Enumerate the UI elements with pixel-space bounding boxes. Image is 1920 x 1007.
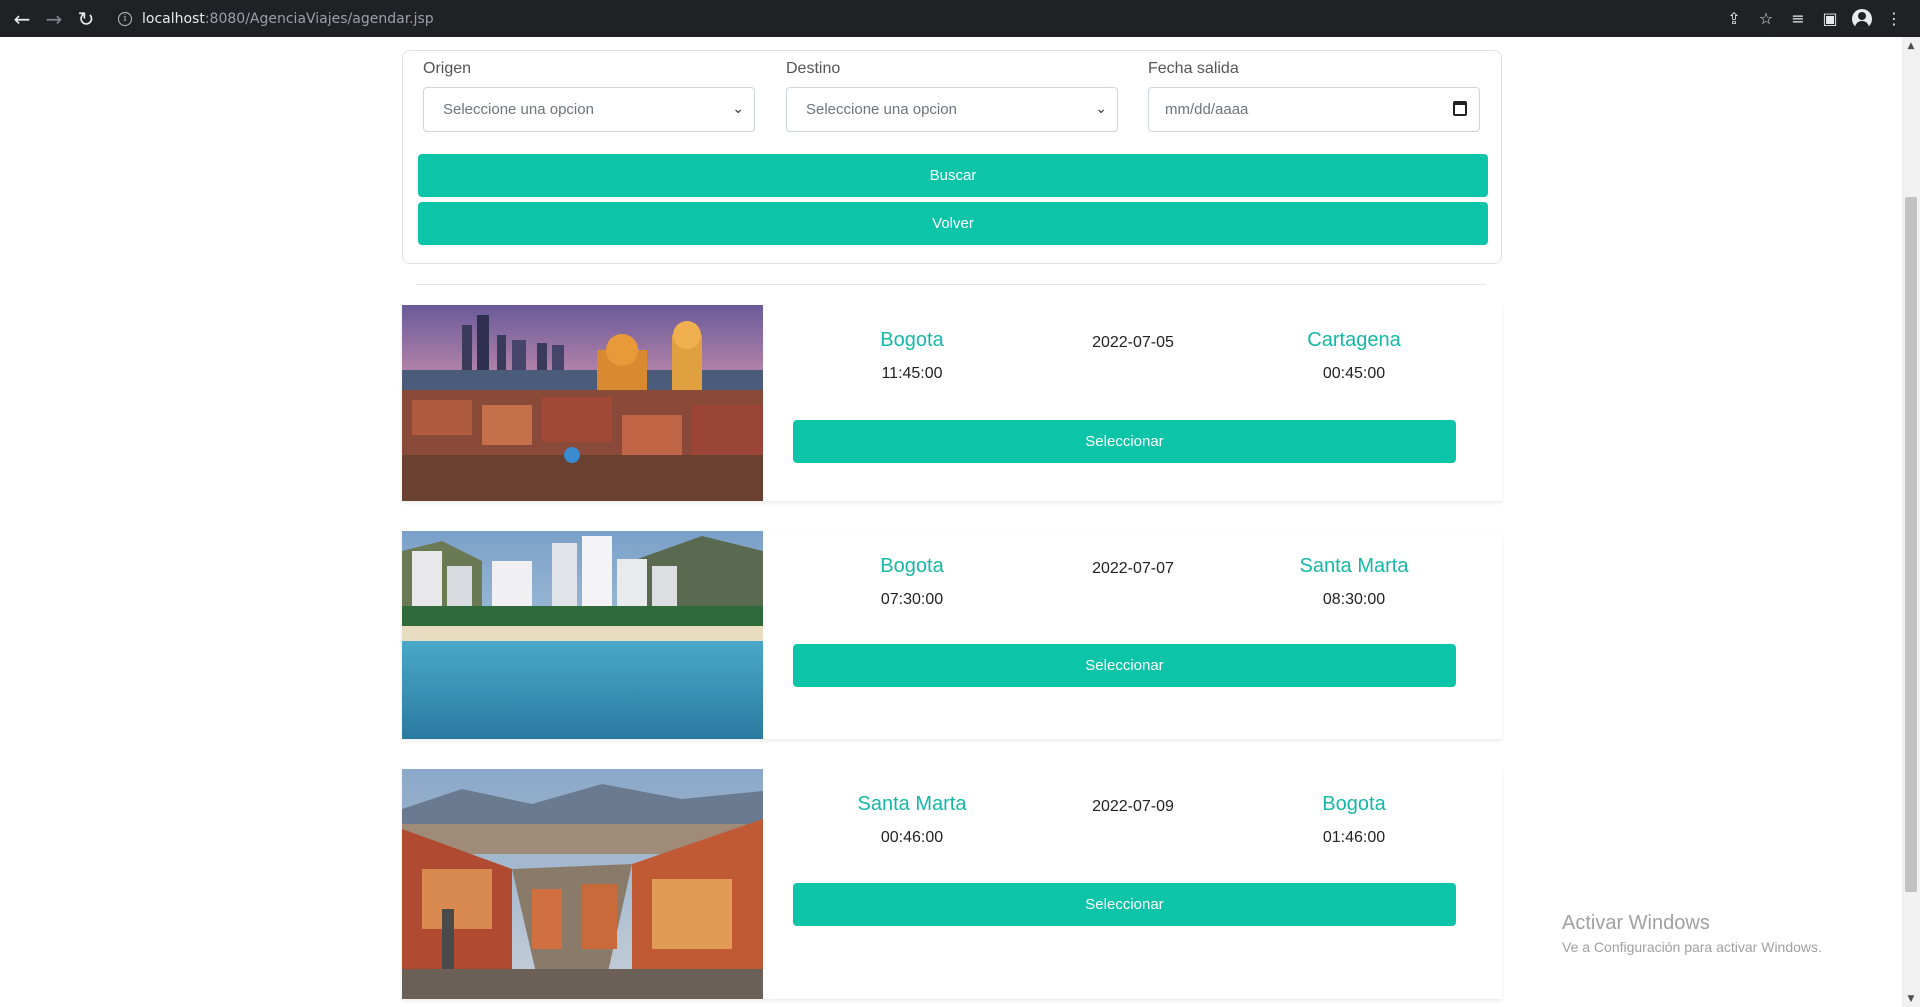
reload-icon[interactable]: ↻ xyxy=(70,0,102,37)
seleccionar-button[interactable]: Seleccionar xyxy=(793,883,1456,926)
scroll-thumb[interactable] xyxy=(1905,197,1917,892)
scroll-down-arrow-icon[interactable]: ▼ xyxy=(1902,990,1920,1007)
chevron-down-icon: ⌄ xyxy=(732,100,744,116)
calendar-icon[interactable] xyxy=(1453,101,1467,116)
address-bar[interactable]: i localhost:8080/AgenciaViajes/agendar.j… xyxy=(110,4,1780,33)
origin-city: Bogota xyxy=(880,555,944,577)
destino-select-value: Seleccione una opcion xyxy=(806,101,957,118)
origin-city: Bogota xyxy=(880,329,944,351)
arrival-time: 00:45:00 xyxy=(1322,365,1386,382)
watermark-title: Activar Windows xyxy=(1562,912,1710,934)
url-host: localhost xyxy=(142,10,205,27)
watermark-subtitle: Ve a Configuración para activar Windows. xyxy=(1562,939,1822,955)
destino-label: Destino xyxy=(786,60,841,77)
chevron-down-icon: ⌄ xyxy=(1095,100,1107,116)
seleccionar-button[interactable]: Seleccionar xyxy=(793,420,1456,463)
fecha-label: Fecha salida xyxy=(1148,60,1239,77)
departure-time: 00:46:00 xyxy=(880,829,944,846)
trip-image-cartagena xyxy=(402,305,763,501)
arrival-time: 01:46:00 xyxy=(1322,829,1386,846)
arrival-time: 08:30:00 xyxy=(1322,591,1386,608)
origin-city: Santa Marta xyxy=(857,793,967,815)
menu-kebab-icon[interactable]: ⋮ xyxy=(1878,0,1910,37)
back-arrow-icon[interactable]: ← xyxy=(6,0,38,37)
trip-date: 2022-07-05 xyxy=(1092,334,1174,351)
windows-activation-watermark: Activar Windows Ve a Configuración para … xyxy=(1562,912,1822,955)
media-icon[interactable]: ≡ xyxy=(1782,0,1814,37)
seleccionar-button[interactable]: Seleccionar xyxy=(793,644,1456,687)
origen-select[interactable]: Seleccione una opcion ⌄ xyxy=(423,87,755,132)
browser-toolbar: ← → ↻ i localhost:8080/AgenciaViajes/age… xyxy=(0,0,1920,37)
origen-label: Origen xyxy=(423,60,472,77)
search-form-card: Origen Seleccione una opcion ⌄ Destino S… xyxy=(402,50,1502,264)
forward-arrow-icon[interactable]: → xyxy=(38,0,70,37)
departure-time: 07:30:00 xyxy=(880,591,944,608)
share-icon[interactable]: ⇪ xyxy=(1718,0,1750,37)
buscar-button[interactable]: Buscar xyxy=(418,154,1488,197)
trip-card: Bogota 11:45:00 2022-07-05 Cartagena 00:… xyxy=(402,305,1502,501)
trip-date: 2022-07-07 xyxy=(1092,560,1174,577)
volver-button[interactable]: Volver xyxy=(418,202,1488,245)
divider xyxy=(416,284,1486,285)
destino-select[interactable]: Seleccione una opcion ⌄ xyxy=(786,87,1118,132)
url-path: :8080/AgenciaViajes/agendar.jsp xyxy=(204,10,434,27)
destino-field: Destino Seleccione una opcion ⌄ xyxy=(786,60,1118,132)
page-scrollbar[interactable]: ▲ ▼ xyxy=(1902,37,1920,1007)
departure-time: 11:45:00 xyxy=(881,365,943,382)
destination-city: Santa Marta xyxy=(1299,555,1409,577)
trip-card: Bogota 07:30:00 2022-07-07 Santa Marta 0… xyxy=(402,531,1502,739)
trip-date: 2022-07-09 xyxy=(1092,798,1174,815)
avatar xyxy=(1852,8,1872,29)
origen-select-value: Seleccione una opcion xyxy=(443,101,594,118)
trip-image-bogota xyxy=(402,769,763,999)
star-icon[interactable]: ☆ xyxy=(1750,0,1782,37)
fecha-field: Fecha salida mm/dd/aaaa xyxy=(1148,60,1480,132)
fecha-date-input[interactable]: mm/dd/aaaa xyxy=(1148,87,1480,132)
fecha-date-value: mm/dd/aaaa xyxy=(1165,101,1249,118)
origen-field: Origen Seleccione una opcion ⌄ xyxy=(423,60,755,132)
scroll-up-arrow-icon[interactable]: ▲ xyxy=(1902,37,1920,54)
destination-city: Bogota xyxy=(1322,793,1386,815)
profile-icon[interactable] xyxy=(1846,0,1878,37)
side-panel-icon[interactable]: ▣ xyxy=(1814,0,1846,37)
trip-image-santa-marta xyxy=(402,531,763,739)
info-icon[interactable]: i xyxy=(118,11,132,26)
destination-city: Cartagena xyxy=(1307,329,1401,351)
trip-card: Santa Marta 00:46:00 2022-07-09 Bogota 0… xyxy=(402,769,1502,999)
